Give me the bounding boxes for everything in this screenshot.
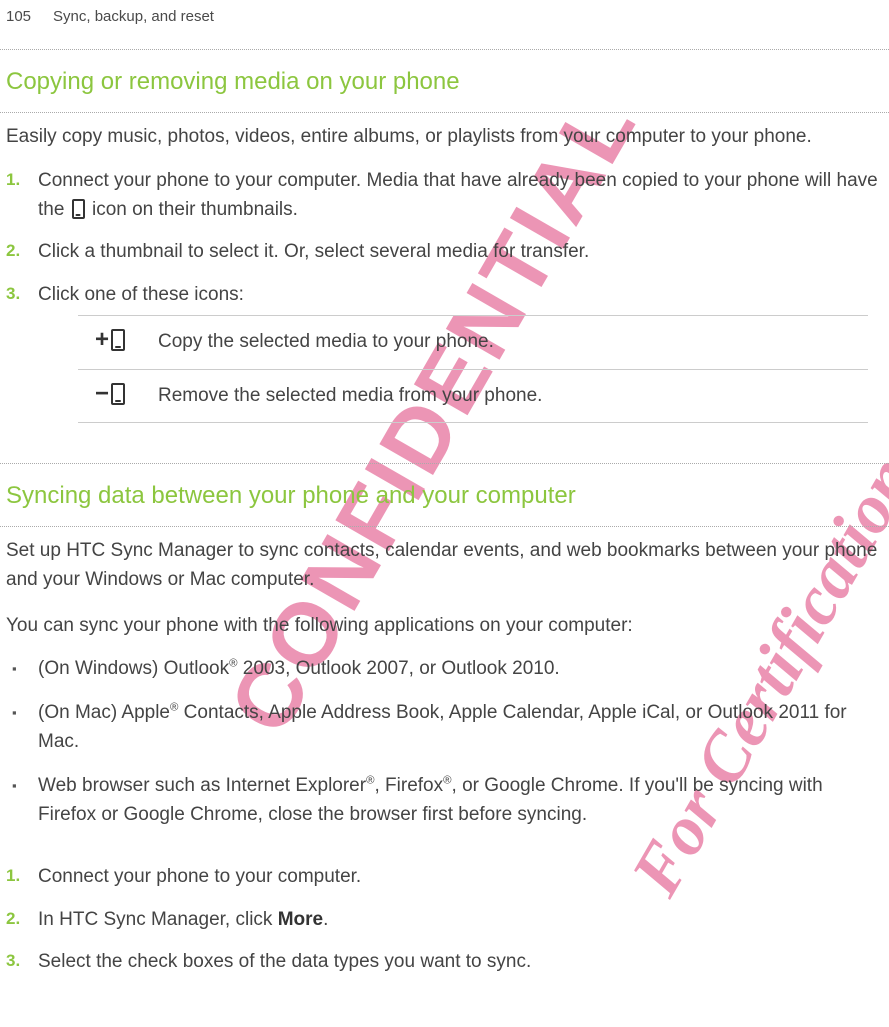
copy-to-phone-icon: +: [95, 328, 125, 352]
copy-description: Copy the selected media to your phone.: [142, 316, 868, 370]
list-item: Web browser such as Internet Explorer®, …: [34, 772, 883, 829]
remove-from-phone-icon-cell: −: [78, 369, 142, 423]
list-item: (On Mac) Apple® Contacts, Apple Address …: [34, 699, 883, 756]
step-2: 2. In HTC Sync Manager, click More.: [34, 906, 883, 935]
step-1: 1. Connect your phone to your computer. …: [34, 167, 883, 224]
step-1: 1. Connect your phone to your computer.: [34, 863, 883, 892]
step-number: 2.: [6, 238, 20, 264]
section2-intro2: You can sync your phone with the followi…: [0, 598, 889, 645]
phone-icon: [72, 199, 85, 219]
section1-intro: Easily copy music, photos, videos, entir…: [0, 113, 889, 156]
step-2: 2. Click a thumbnail to select it. Or, s…: [34, 238, 883, 267]
step-number: 3.: [6, 948, 20, 974]
step-3: 3. Click one of these icons: + Copy the …: [34, 281, 883, 424]
page-number: 105: [6, 6, 31, 29]
section1-steps: 1. Connect your phone to your computer. …: [0, 155, 889, 443]
step-text: Click one of these icons:: [38, 284, 244, 305]
more-label: More: [278, 909, 323, 930]
section-heading-copying: Copying or removing media on your phone: [0, 50, 889, 112]
step-number: 2.: [6, 906, 20, 932]
section2-steps: 1. Connect your phone to your computer. …: [0, 851, 889, 997]
step-number: 1.: [6, 863, 20, 889]
step-text-after: icon on their thumbnails.: [87, 199, 298, 220]
phone-icon: [111, 329, 125, 351]
copy-to-phone-icon-cell: +: [78, 316, 142, 370]
step-number: 1.: [6, 167, 20, 193]
list-item: (On Windows) Outlook® 2003, Outlook 2007…: [34, 655, 883, 684]
chapter-title: Sync, backup, and reset: [53, 6, 214, 29]
step-text: Select the check boxes of the data types…: [38, 951, 531, 972]
section2-bullets: (On Windows) Outlook® 2003, Outlook 2007…: [0, 645, 889, 852]
section-heading-syncing: Syncing data between your phone and your…: [0, 464, 889, 526]
table-row: + Copy the selected media to your phone.: [78, 316, 868, 370]
page-header: 105 Sync, backup, and reset: [0, 0, 889, 49]
step-number: 3.: [6, 281, 20, 307]
step-3: 3. Select the check boxes of the data ty…: [34, 948, 883, 977]
section2-intro1: Set up HTC Sync Manager to sync contacts…: [0, 527, 889, 598]
step-text: Click a thumbnail to select it. Or, sele…: [38, 241, 589, 262]
phone-icon: [111, 383, 125, 405]
icon-action-table: + Copy the selected media to your phone.…: [78, 315, 868, 423]
table-row: − Remove the selected media from your ph…: [78, 369, 868, 423]
step-text: Connect your phone to your computer.: [38, 866, 361, 887]
remove-from-phone-icon: −: [95, 382, 125, 406]
remove-description: Remove the selected media from your phon…: [142, 369, 868, 423]
